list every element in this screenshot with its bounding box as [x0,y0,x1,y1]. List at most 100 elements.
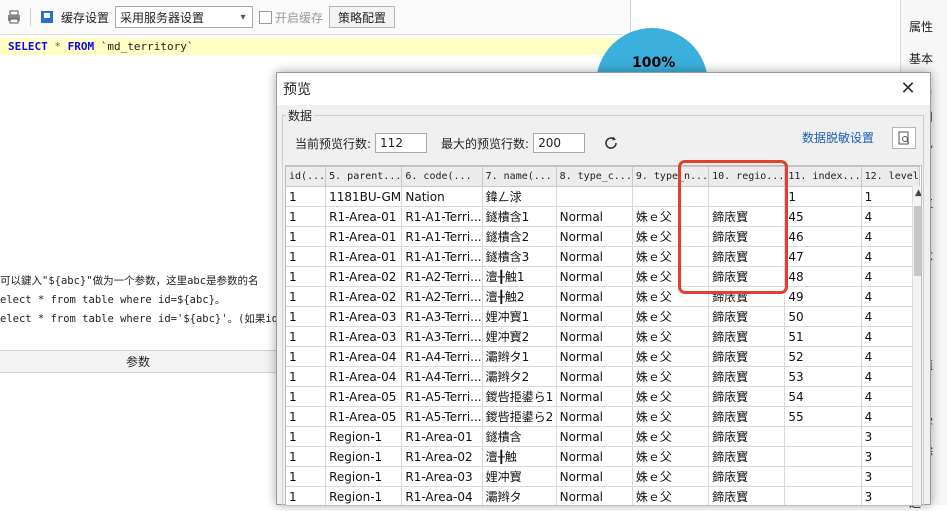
table-cell: 鍗庡寳 [708,466,786,487]
table-cell: 1181BU-GM [325,186,403,207]
property-item: 基本 [909,52,934,66]
table-cell: 4 [860,226,920,247]
table-cell: R1-Area-04 [325,346,403,367]
table-cell: Normal [555,346,633,367]
table-row[interactable]: 1 Region-1 R1-Area-02 澶╂触 Normal 姝ｅ父 鍗庡寳 3 [286,446,920,467]
column-header[interactable]: 11. index... [784,166,862,187]
table-cell: 鍐呰挋鍙ら1 [481,386,557,407]
table-row[interactable]: 1 Region-1 R1-Area-04 灞辫タ Normal 姝ｅ父 鍗庡寳 3 [286,486,920,505]
table-cell: 52 [784,346,862,367]
table-cell: 鍏ㄥ浗 [481,186,557,207]
current-rows-input[interactable]: 112 [375,133,428,153]
table-cell: R1-A1-Terri... [401,246,483,267]
table-cell: R1-A1-Terri... [401,206,483,227]
table-row[interactable]: 1 Region-1 R1-Area-01 鐩樻含 Normal 姝ｅ父 鍗庡寳 3 [286,426,920,447]
table-cell: 姝ｅ父 [631,426,710,447]
table-cell: Region-1 [325,446,403,467]
table-cell: 鐩樻含3 [481,246,557,267]
strategy-config-button[interactable]: 策略配置 [329,6,396,28]
table-row[interactable]: 1 R1-Area-04 R1-A4-Terri... 灞辫タ1 Normal 姝ｅ父 鍗庡… [286,346,920,367]
table-row[interactable]: 1 R1-Area-01 R1-A1-Terri... 鐩樻含2 Normal 姝ｅ父 鍗庡… [286,226,920,247]
hint-line: elect * from table where id='${abc}'。(如果… [0,313,276,325]
column-header[interactable]: 12. level [860,166,920,187]
table-row[interactable]: 1 Region-1 R1-Area-03 娌冲寳 Normal 姝ｅ父 鍗庡寳 3 [286,466,920,487]
table-cell: 1 [286,286,327,307]
export-button[interactable] [892,127,916,149]
table-cell: 3 [860,426,920,447]
table-cell: 54 [784,386,862,407]
table-cell: 50 [784,306,862,327]
table-row[interactable]: 1 R1-Area-05 R1-A5-Terri... 鍐呰挋鍙ら2 Normal 姝ｅ父… [286,406,920,427]
table-cell [555,186,633,207]
scroll-up-icon[interactable]: ▲ [913,188,921,198]
table-cell: 鍗庡寳 [708,386,786,407]
column-header[interactable]: 5. parent... [325,166,403,187]
table-row[interactable]: 1 R1-Area-01 R1-A1-Terri... 鐩樻含1 Normal 姝ｅ父 鍗庡… [286,206,920,227]
table-row[interactable]: 1 R1-Area-02 R1-A2-Terri... 澶╂触2 Normal 姝ｅ父 鍗庡… [286,286,920,307]
refresh-icon[interactable] [603,135,619,151]
table-cell: R1-Area-02 [325,286,403,307]
table-cell: Normal [555,206,633,227]
table-cell: 姝ｅ父 [631,366,710,387]
table-cell: 48 [784,266,862,287]
printer-icon[interactable] [6,9,22,25]
table-cell: 55 [784,406,862,427]
parameters-header: 参数 [0,351,276,373]
table-row[interactable]: 1 1181BU-GM Nation 鍏ㄥ浗 1 1 [286,186,920,207]
table-cell [784,426,862,447]
table-cell: 灞辫タ1 [481,346,557,367]
table-cell: R1-A5-Terri... [401,386,483,407]
table-cell: 娌冲寳2 [481,326,557,347]
table-row[interactable]: 1 R1-Area-05 R1-A5-Terri... 鍐呰挋鍙ら1 Normal 姝ｅ父… [286,386,920,407]
table-cell: 鍗庡寳 [708,446,786,467]
table-cell: 4 [860,246,920,267]
table-row[interactable]: 1 R1-Area-03 R1-A3-Terri... 娌冲寳1 Normal 姝ｅ父 鍗庡… [286,306,920,327]
table-cell: 鐩樻含 [481,426,557,447]
table-cell: 灞辫タ2 [481,366,557,387]
table-cell: Normal [555,326,633,347]
preview-table[interactable]: id(... 5. parent... 6. code(... 7. name(...… [285,165,922,506]
sql-from-keyword: FROM [67,40,95,53]
max-rows-input[interactable]: 200 [533,133,586,153]
table-row[interactable]: 1 R1-Area-04 R1-A4-Terri... 灞辫タ2 Normal 姝ｅ父 鍗庡… [286,366,920,387]
table-row[interactable]: 1 R1-Area-01 R1-A1-Terri... 鐩樻含3 Normal 姝ｅ父 鍗庡… [286,246,920,267]
table-cell: R1-Area-03 [401,466,483,487]
table-cell: 鍗庡寳 [708,426,786,447]
parameters-table[interactable] [0,374,276,505]
scrollbar-thumb[interactable] [914,206,921,276]
parameter-hint: 可以鍵入"${abc}"做为一个参数，这里abc是参数的名 elect * fr… [0,272,276,329]
enable-cache-toggle[interactable]: 开启缓存 [259,9,323,26]
table-cell: 4 [860,326,920,347]
table-cell: R1-Area-05 [325,386,403,407]
column-header[interactable]: 8. type_c... [555,166,633,187]
data-masking-settings-link[interactable]: 数据脱敏设置 [802,129,874,146]
data-grid: id(... 5. parent... 6. code(... 7. name(...… [286,166,920,505]
table-cell: R1-Area-02 [401,446,483,467]
table-row[interactable]: 1 R1-Area-02 R1-A2-Terri... 澶╂触1 Normal 姝ｅ父 鍗庡… [286,266,920,287]
table-cell: 53 [784,366,862,387]
table-cell [784,446,862,467]
column-header[interactable]: id(... [286,166,327,187]
vertical-scrollbar[interactable]: ▲ [912,186,921,505]
column-header[interactable]: 6. code(... [401,166,483,187]
table-cell: 4 [860,386,920,407]
table-cell: 澶╂触2 [481,286,557,307]
table-cell: 鐩樻含2 [481,226,557,247]
table-cell: Normal [555,486,633,505]
table-cell: 1 [286,186,327,207]
table-row[interactable]: 1 R1-Area-03 R1-A3-Terri... 娌冲寳2 Normal 姝ｅ父 鍗庡… [286,326,920,347]
table-cell: 1 [860,186,920,207]
table-cell: 1 [286,486,327,505]
cache-mode-select[interactable]: 采用服务器设置 ▾ [115,6,254,28]
enable-cache-checkbox[interactable] [259,10,273,24]
table-cell: R1-Area-04 [325,366,403,387]
cache-mode-value: 采用服务器设置 [120,10,205,25]
close-icon[interactable]: ✕ [898,79,918,99]
table-cell: Nation [401,186,483,207]
table-cell: 1 [286,466,327,487]
table-cell: 姝ｅ父 [631,446,710,467]
table-cell: 1 [286,326,327,347]
table-cell: 1 [784,186,862,207]
column-header[interactable]: 7. name(... [481,166,557,187]
enable-cache-label: 开启缓存 [275,10,324,25]
